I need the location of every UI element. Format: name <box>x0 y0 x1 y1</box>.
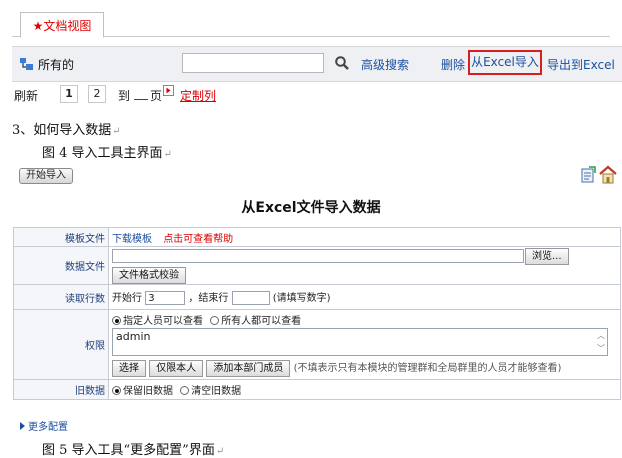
select-button[interactable]: 选择 <box>112 360 146 377</box>
import-form-table: 模板文件 下载模板 点击可查看帮助 数据文件 浏览... 文件格式校验 读取行数… <box>13 227 621 400</box>
tab-document-view[interactable]: ★文档视图 <box>20 12 104 38</box>
radio-specified[interactable] <box>112 316 121 325</box>
radio-all[interactable] <box>210 316 220 325</box>
page-label: 页 <box>150 89 163 103</box>
view-icon[interactable] <box>19 56 35 72</box>
end-row-input[interactable] <box>231 291 270 305</box>
view-selector[interactable]: 所有的 <box>38 56 74 73</box>
scroll-down-icon[interactable]: ﹀ <box>597 343 605 354</box>
start-import-button[interactable]: 开始导入 <box>19 168 73 184</box>
scroll-up-icon[interactable]: ︿ <box>597 330 605 341</box>
add-dept-members-button[interactable]: 添加本部门成员 <box>206 360 291 377</box>
expand-triangle-icon <box>20 422 25 430</box>
refresh-link[interactable]: 刷新 <box>14 87 38 104</box>
permission-label: 权限 <box>13 309 109 380</box>
toolbar: 所有的 高级搜索 删除 从Excel导入 导出到Excel <box>12 46 622 82</box>
start-row-label: 开始行 <box>112 293 142 304</box>
tab-bar: ★文档视图 <box>12 8 610 38</box>
start-row-input[interactable]: 3 <box>145 291 186 305</box>
doc-heading: 3、如何导入数据↵ <box>12 123 121 138</box>
help-link[interactable]: 点击可查看帮助 <box>163 234 233 245</box>
figure-4-caption: 图 4 导入工具主界面↵ <box>42 146 172 161</box>
end-row-label: ，结束行 <box>188 293 229 304</box>
template-label: 模板文件 <box>13 227 109 247</box>
page-1-button[interactable]: 1 <box>60 85 78 103</box>
pager: 刷新 1 2 到 页 定制列 <box>12 84 252 106</box>
export-excel-link[interactable]: 导出到Excel <box>547 56 615 73</box>
goto-label: 到 <box>118 89 131 103</box>
form-title: 从Excel文件导入数据 <box>241 200 381 216</box>
rows-label: 读取行数 <box>13 284 109 310</box>
delete-link[interactable]: 删除 <box>441 56 465 73</box>
export-icon[interactable] <box>579 166 597 184</box>
star-icon: ★ <box>32 19 44 33</box>
go-arrow-icon[interactable] <box>163 85 174 96</box>
figure-5-caption: 图 5 导入工具“更多配置”界面↵ <box>42 443 225 458</box>
custom-columns-link[interactable]: 定制列 <box>180 87 216 104</box>
permission-note: (不填表示只有本模块的管理群和全局群里的人员才能够查看) <box>293 363 562 374</box>
more-config-link[interactable]: 更多配置 <box>20 418 68 433</box>
radio-keep-old[interactable] <box>112 386 121 395</box>
datafile-label: 数据文件 <box>13 246 109 285</box>
browse-button[interactable]: 浏览... <box>525 247 569 265</box>
page-2-button[interactable]: 2 <box>88 85 106 103</box>
self-only-button[interactable]: 仅限本人 <box>149 360 204 377</box>
download-template-link[interactable]: 下载模板 <box>112 234 152 245</box>
search-input[interactable] <box>182 53 324 73</box>
advanced-search-link[interactable]: 高级搜索 <box>361 56 409 73</box>
file-path-input[interactable] <box>112 249 524 263</box>
permission-textarea[interactable]: admin ︿ ﹀ <box>112 328 608 356</box>
rows-hint: (请填写数字) <box>272 293 331 304</box>
home-icon[interactable] <box>598 165 618 184</box>
old-data-label: 旧数据 <box>13 379 109 400</box>
file-format-check-button[interactable]: 文件格式校验 <box>112 266 186 284</box>
goto-page-input[interactable] <box>134 99 148 100</box>
import-excel-link[interactable]: 从Excel导入 <box>468 50 542 75</box>
search-icon[interactable] <box>334 55 350 71</box>
radio-clear-old[interactable] <box>180 386 190 395</box>
